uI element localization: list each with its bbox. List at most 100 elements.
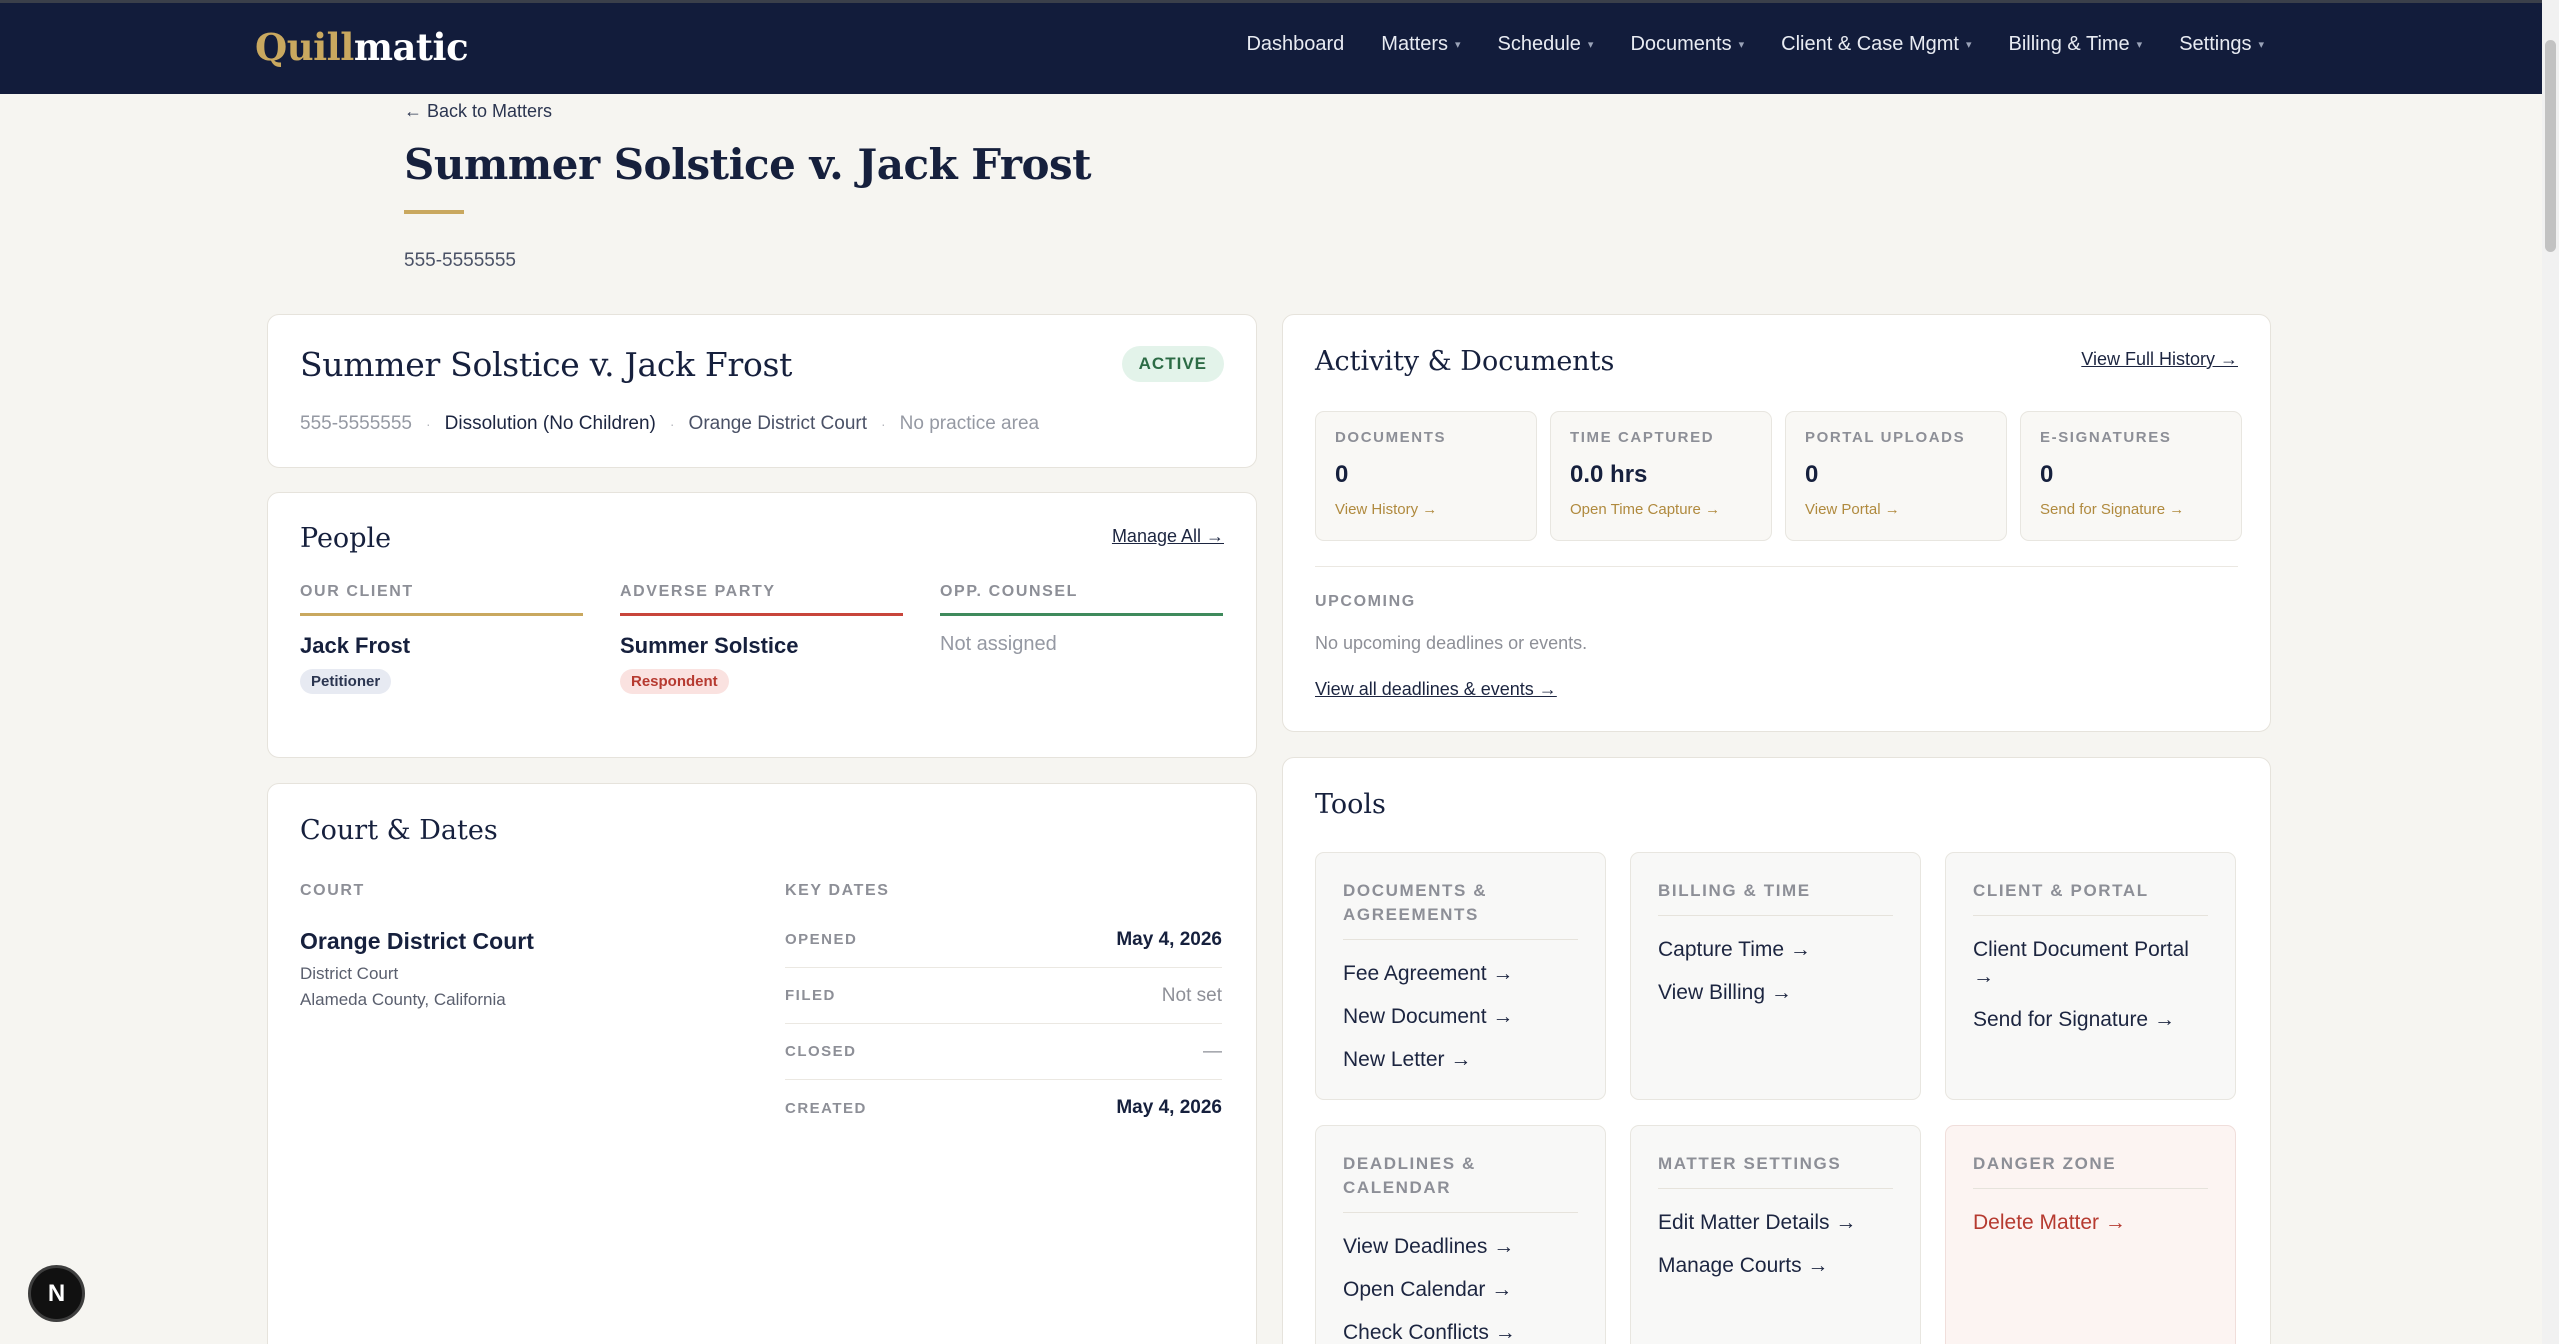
date-value: —	[1203, 1040, 1222, 1062]
court-name: Orange District Court	[300, 928, 534, 954]
upcoming-empty-state: No upcoming deadlines or events.	[1315, 633, 1588, 653]
date-value: Not set	[1161, 984, 1222, 1006]
main-nav: Dashboard Matters ▾ Schedule ▾ Documents ▾ …	[1246, 33, 2264, 56]
opposing-counsel-label: OPP. COUNSEL	[940, 583, 1223, 616]
page-scrollbar[interactable]	[2542, 0, 2559, 1344]
court-info: COURT Orange District Court District Cou…	[300, 882, 534, 1010]
date-label: FILED	[785, 987, 836, 1004]
open-calendar-link[interactable]: Open Calendar →	[1343, 1276, 1578, 1303]
tool-group-label: BILLING & TIME	[1658, 879, 1893, 916]
separator: ·	[426, 416, 431, 432]
chevron-down-icon: ▾	[1587, 39, 1594, 51]
send-for-signature-tool-link[interactable]: Send for Signature →	[1973, 1006, 2208, 1033]
nav-client-case-mgmt-label: Client & Case Mgmt	[1781, 33, 1959, 55]
view-deadlines-link[interactable]: View Deadlines →	[1343, 1233, 1578, 1260]
tool-group-danger-zone: DANGER ZONE Delete Matter →	[1945, 1125, 2236, 1344]
new-letter-link[interactable]: New Letter →	[1343, 1046, 1578, 1073]
nav-billing-time-label: Billing & Time	[2008, 33, 2130, 55]
send-for-signature-link[interactable]: Send for Signature →	[2040, 501, 2222, 518]
chevron-down-icon: ▾	[1454, 39, 1461, 51]
upcoming-label: UPCOMING	[1315, 593, 1416, 610]
nav-documents[interactable]: Documents ▾	[1630, 33, 1744, 56]
view-portal-link[interactable]: View Portal →	[1805, 501, 1987, 518]
stat-label: DOCUMENTS	[1335, 429, 1447, 446]
matter-title: Summer Solstice v. Jack Frost	[300, 345, 793, 384]
date-label: CLOSED	[785, 1043, 857, 1060]
people-card: People Manage All → OUR CLIENT Jack Fros…	[267, 492, 1257, 758]
back-to-matters-link[interactable]: ← Back to Matters	[404, 101, 552, 122]
people-title: People	[300, 523, 392, 554]
tool-group-billing-time: BILLING & TIME Capture Time → View Billi…	[1630, 852, 1921, 1100]
nav-matters[interactable]: Matters ▾	[1381, 33, 1460, 56]
manage-courts-link[interactable]: Manage Courts →	[1658, 1252, 1893, 1279]
date-label: CREATED	[785, 1099, 867, 1117]
delete-matter-link[interactable]: Delete Matter →	[1973, 1209, 2208, 1236]
check-conflicts-link[interactable]: Check Conflicts →	[1343, 1319, 1578, 1344]
separator: ·	[669, 416, 675, 432]
open-time-capture-link[interactable]: Open Time Capture →	[1570, 501, 1752, 518]
nav-settings-label: Settings	[2179, 33, 2252, 55]
view-all-deadlines-link[interactable]: View all deadlines & events →	[1315, 679, 1557, 700]
tool-group-label: CLIENT & PORTAL	[1973, 879, 2208, 916]
nav-documents-label: Documents	[1630, 33, 1732, 55]
court-dates-title: Court & Dates	[300, 815, 498, 846]
edit-matter-details-link[interactable]: Edit Matter Details →	[1658, 1209, 1893, 1236]
date-row-created: CREATED May 4, 2026	[785, 1080, 1222, 1136]
case-number: 555-5555555	[300, 413, 412, 434]
title-underline	[404, 210, 464, 214]
tool-group-matter-settings: MATTER SETTINGS Edit Matter Details → Ma…	[1630, 1125, 1921, 1344]
stat-portal-uploads: PORTAL UPLOADS 0 View Portal →	[1785, 411, 2007, 541]
view-history-link[interactable]: View History →	[1335, 501, 1517, 518]
stat-label: PORTAL UPLOADS	[1805, 429, 1966, 446]
page-title: Summer Solstice v. Jack Frost	[404, 140, 1092, 189]
adverse-party-name[interactable]: Summer Solstice	[620, 633, 903, 659]
stat-value: 0	[2040, 461, 2054, 488]
date-row-closed: CLOSED —	[785, 1024, 1222, 1080]
court-location: Alameda County, California	[300, 990, 506, 1009]
our-client-label: OUR CLIENT	[300, 583, 583, 616]
manage-all-link[interactable]: Manage All →	[1112, 526, 1224, 547]
capture-time-link[interactable]: Capture Time →	[1658, 936, 1893, 963]
nav-schedule[interactable]: Schedule ▾	[1498, 33, 1594, 56]
client-name[interactable]: Jack Frost	[300, 633, 583, 659]
dev-tools-button[interactable]: N	[28, 1265, 85, 1322]
date-label: OPENED	[785, 931, 858, 948]
brand-logo-part-2: matic	[353, 25, 469, 69]
case-court: Orange District Court	[688, 413, 867, 434]
nav-dashboard[interactable]: Dashboard	[1246, 33, 1344, 56]
chevron-down-icon: ▾	[2258, 39, 2264, 51]
view-full-history-link[interactable]: View Full History →	[2081, 349, 2238, 370]
nav-settings[interactable]: Settings ▾	[2179, 33, 2264, 56]
court-type: District Court	[300, 964, 399, 983]
matter-summary-card: Summer Solstice v. Jack Frost ACTIVE 555…	[267, 314, 1257, 468]
scrollbar-thumb[interactable]	[2545, 40, 2556, 252]
fee-agreement-link[interactable]: Fee Agreement →	[1343, 960, 1578, 987]
activity-documents-card: Activity & Documents View Full History →…	[1282, 314, 2271, 732]
divider	[1315, 566, 2238, 567]
stat-time-captured: TIME CAPTURED 0.0 hrs Open Time Capture …	[1550, 411, 1772, 541]
opposing-counsel-name: Not assigned	[940, 633, 1057, 655]
date-row-filed: FILED Not set	[785, 968, 1222, 1024]
chevron-down-icon: ▾	[1738, 39, 1745, 51]
activity-title: Activity & Documents	[1315, 346, 1615, 377]
people-columns: OUR CLIENT Jack Frost Petitioner ADVERSE…	[300, 583, 1223, 694]
view-billing-link[interactable]: View Billing →	[1658, 979, 1893, 1006]
stat-documents: DOCUMENTS 0 View History →	[1315, 411, 1537, 541]
case-type: Dissolution (No Children)	[444, 413, 656, 434]
client-document-portal-link[interactable]: Client Document Portal →	[1973, 936, 2208, 990]
page-subtitle-case-number: 555-5555555	[404, 250, 516, 271]
court-dates-card: Court & Dates COURT Orange District Cour…	[267, 783, 1257, 1344]
our-client-column: OUR CLIENT Jack Frost Petitioner	[300, 583, 583, 694]
date-value: May 4, 2026	[1116, 1097, 1222, 1118]
tool-group-client-portal: CLIENT & PORTAL Client Document Portal →…	[1945, 852, 2236, 1100]
brand-logo[interactable]: Quillmatic	[255, 25, 469, 69]
nav-client-case-mgmt[interactable]: Client & Case Mgmt ▾	[1781, 33, 1971, 56]
nav-billing-time[interactable]: Billing & Time ▾	[2009, 33, 2143, 56]
key-dates-label: KEY DATES	[785, 882, 890, 899]
chevron-down-icon: ▾	[2136, 39, 2143, 51]
stat-value: 0	[1805, 461, 1819, 488]
stat-value: 0	[1335, 461, 1349, 488]
new-document-link[interactable]: New Document →	[1343, 1003, 1578, 1030]
chevron-down-icon: ▾	[1965, 39, 1972, 51]
stat-value: 0.0 hrs	[1570, 461, 1648, 488]
